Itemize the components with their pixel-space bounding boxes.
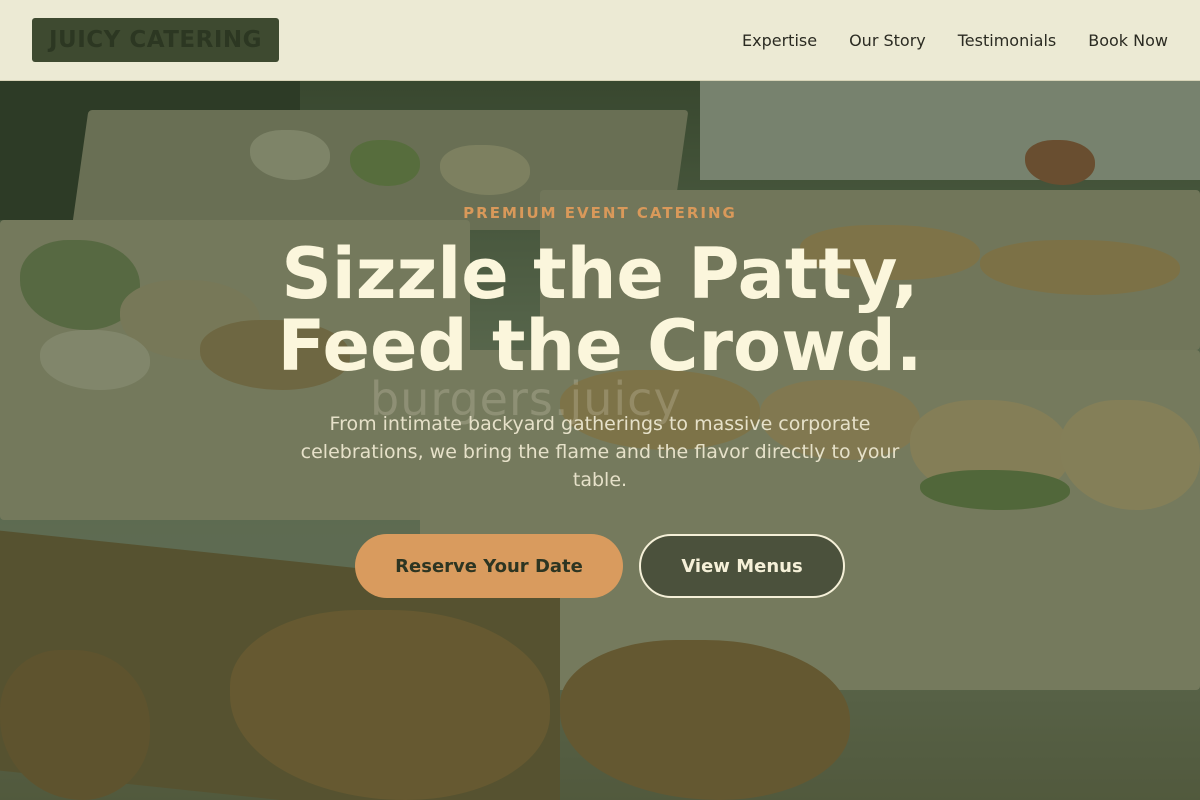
nav-link-our-story[interactable]: Our Story <box>849 31 926 50</box>
view-menus-button[interactable]: View Menus <box>639 534 845 598</box>
hero-background-image: burgers.juicy <box>0 0 1200 800</box>
logo[interactable]: JUICY CATERING <box>32 18 279 62</box>
reserve-date-button[interactable]: Reserve Your Date <box>355 534 623 598</box>
site-header: JUICY CATERING Expertise Our Story Testi… <box>0 0 1200 81</box>
hero-subtitle: From intimate backyard gatherings to mas… <box>300 413 900 491</box>
main-nav: Expertise Our Story Testimonials Book No… <box>742 31 1168 50</box>
hero-headline-line-1: Sizzle the Patty, <box>281 233 919 315</box>
hero-headline-line-2: Feed the Crowd. <box>277 305 923 387</box>
nav-link-book-now[interactable]: Book Now <box>1088 31 1168 50</box>
logo-text: JUICY CATERING <box>48 27 263 53</box>
nav-link-expertise[interactable]: Expertise <box>742 31 817 50</box>
nav-link-testimonials[interactable]: Testimonials <box>958 31 1057 50</box>
hero-eyebrow: PREMIUM EVENT CATERING <box>463 204 737 222</box>
hero-headline: Sizzle the Patty, Feed the Crowd. <box>0 238 1200 382</box>
